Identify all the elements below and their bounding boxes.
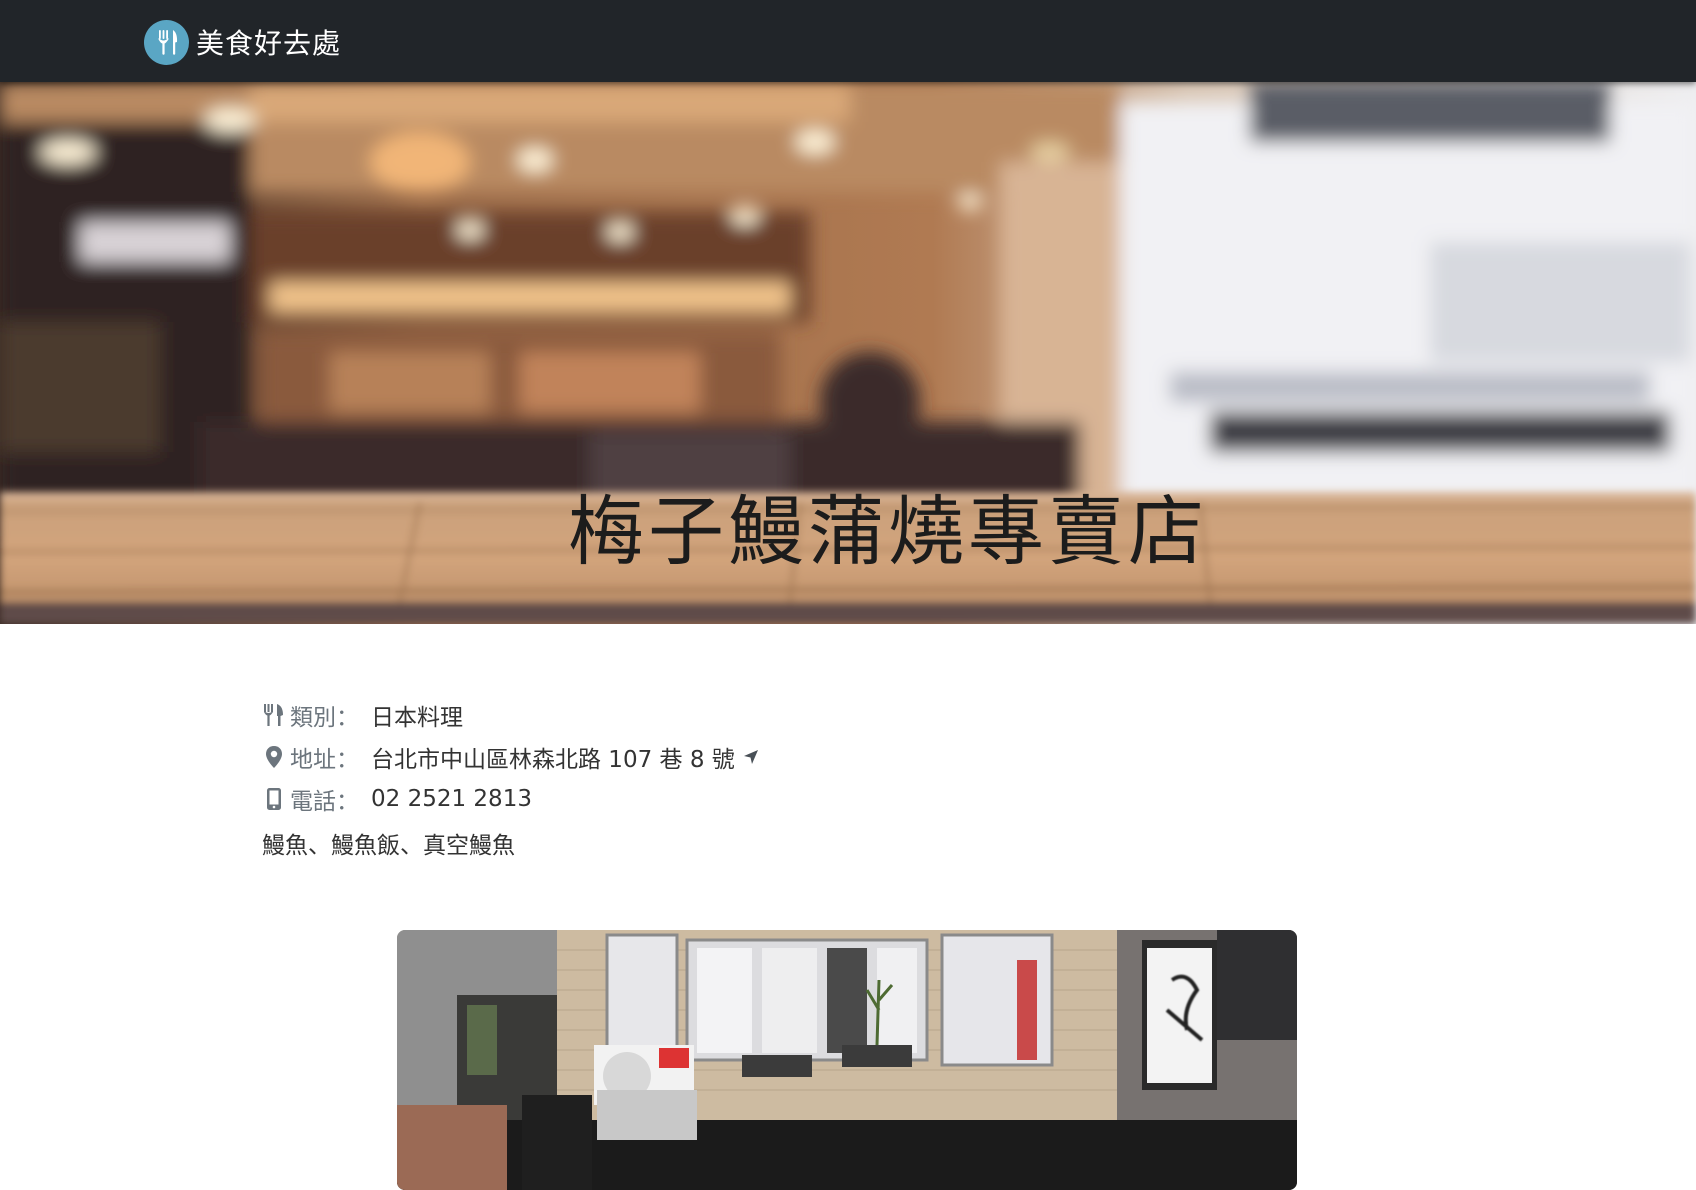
address-label: 地址： xyxy=(290,747,359,773)
phone-value: 02 2521 2813 xyxy=(371,786,532,812)
fork-knife-icon xyxy=(144,19,189,65)
storefront-photo xyxy=(397,930,1297,1190)
phone-label: 電話： xyxy=(290,789,359,815)
restaurant-description: 鰻魚、鰻魚飯、真空鰻魚 xyxy=(262,833,515,859)
restaurant-title: 梅子鰻蒲燒專賣店 xyxy=(568,487,1208,576)
phone-row: 電話： 02 2521 2813 xyxy=(262,778,759,820)
utensils-icon xyxy=(262,703,286,727)
hero-banner: 梅子鰻蒲燒專賣店 xyxy=(0,82,1696,624)
category-row: 類別： 日本料理 xyxy=(262,694,759,736)
restaurant-info: 類別： 日本料理 地址： 台北市中山區林森北路 107 巷 8 號 電話： 02… xyxy=(262,694,759,864)
brand-name: 美食好去處 xyxy=(196,27,342,60)
category-value: 日本料理 xyxy=(371,705,463,731)
brand-link[interactable]: 美食好去處 xyxy=(144,19,341,65)
top-navbar: 美食好去處 xyxy=(0,0,1696,82)
category-label: 類別： xyxy=(290,705,359,731)
location-arrow-icon[interactable] xyxy=(743,749,759,765)
mobile-phone-icon xyxy=(262,787,286,811)
address-row: 地址： 台北市中山區林森北路 107 巷 8 號 xyxy=(262,736,759,778)
map-marker-icon xyxy=(262,745,286,769)
address-value: 台北市中山區林森北路 107 巷 8 號 xyxy=(371,747,735,773)
